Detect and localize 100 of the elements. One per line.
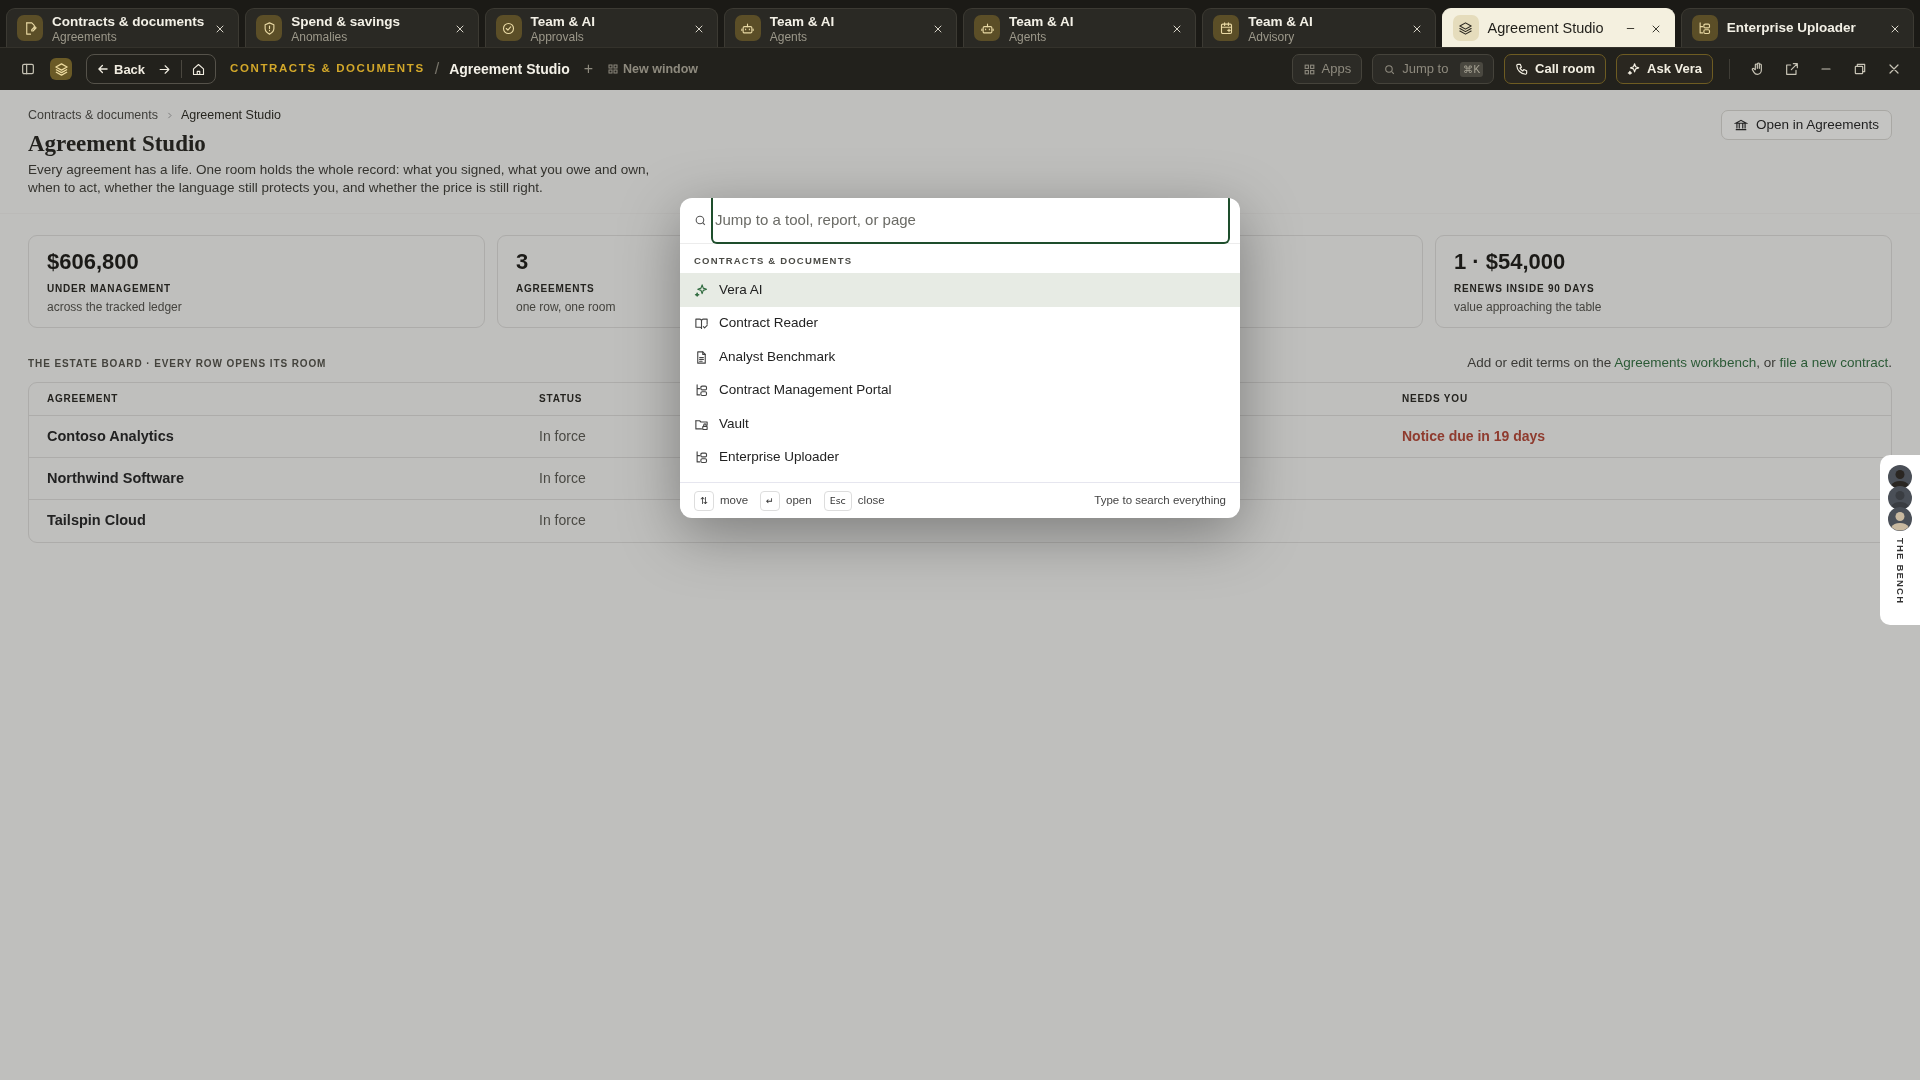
- tab-title: Agreement Studio: [1487, 19, 1605, 37]
- section-breadcrumb[interactable]: CONTRACTS & DOCUMENTS: [230, 60, 425, 78]
- status-text: In force: [539, 428, 586, 445]
- sparkle-icon: [1627, 62, 1642, 76]
- search-field[interactable]: Jump to a tool, report, or page: [711, 198, 1230, 244]
- footer-note: Type to search everything: [1094, 493, 1226, 509]
- document-icon: [694, 349, 709, 365]
- bench-label: THE BENCH: [1894, 538, 1908, 605]
- key-hint: Esc: [823, 490, 852, 511]
- phone-icon: [1515, 62, 1530, 76]
- shortcut-key: ⌘K: [1460, 61, 1484, 77]
- tree-icon: [1697, 20, 1713, 36]
- call-room-button[interactable]: Call room: [1504, 54, 1607, 84]
- stat-note: value approaching the table: [1454, 299, 1602, 317]
- section-label: THE ESTATE BOARD · EVERY ROW OPENS ITS ROOM: [28, 356, 327, 371]
- search-icon: [694, 214, 707, 227]
- grid-icon: [1302, 62, 1316, 76]
- hint-label: open: [786, 493, 812, 509]
- breadcrumb-separator: /: [434, 59, 440, 79]
- window-tab[interactable]: Agreement Studio: [1441, 8, 1675, 47]
- agreement-name[interactable]: Contoso Analytics: [47, 427, 174, 444]
- page-description: Every agreement has a life. One room holds the whole record: what you signed, what you owe and own, when to act, whether the language still protects you, and whether the price is still right.: [28, 161, 651, 198]
- external-link-icon[interactable]: [1784, 61, 1800, 77]
- apps-button[interactable]: Apps: [1291, 54, 1363, 84]
- window-tab[interactable]: Spend & savings Anomalies: [245, 8, 479, 47]
- window-tab[interactable]: Team & AI Advisory: [1202, 8, 1436, 47]
- robot-icon: [740, 20, 756, 36]
- restore-icon[interactable]: [1852, 61, 1868, 77]
- key-hint: ⇅: [694, 490, 714, 511]
- window-tab[interactable]: Contracts & documents Agreements: [6, 8, 240, 47]
- page-breadcrumb: Agreement Studio: [449, 59, 570, 79]
- home-icon[interactable]: [191, 61, 207, 77]
- stat-note: one row, one room: [516, 299, 616, 317]
- tab-subtitle: Agents: [769, 30, 809, 44]
- stat-label: UNDER MANAGEMENT: [47, 282, 171, 297]
- open-in-agreements-button[interactable]: Open in Agreements: [1720, 110, 1892, 141]
- tab-subtitle: Anomalies: [291, 30, 349, 44]
- window-tab[interactable]: Team & AI Agents: [723, 8, 957, 47]
- board-note: Add or edit terms on the Agreements workbench, or file a new contract.: [1467, 354, 1892, 373]
- jump-to-button[interactable]: Jump to ⌘K: [1372, 54, 1495, 84]
- tab-subtitle: Advisory: [1248, 30, 1296, 44]
- avatar: [1888, 465, 1912, 489]
- sidebar-icon[interactable]: [20, 61, 36, 77]
- tab-title: Team & AI: [1248, 12, 1314, 31]
- bench-panel[interactable]: THE BENCH: [1880, 455, 1920, 625]
- stat-label: RENEWS INSIDE 90 DAYS: [1454, 282, 1595, 297]
- tab-title: Team & AI: [769, 12, 836, 31]
- add-button[interactable]: +: [579, 57, 598, 81]
- breadcrumb-link[interactable]: Contracts & documents: [28, 106, 158, 125]
- key-hint: ↵: [760, 490, 781, 511]
- hint-label: close: [857, 493, 885, 509]
- robot-icon: [979, 20, 995, 36]
- palette-item[interactable]: Vera AI: [680, 273, 1240, 307]
- agreement-name[interactable]: Northwind Software: [47, 469, 184, 486]
- layers-icon: [1458, 20, 1473, 36]
- stat-value: 3: [516, 249, 529, 276]
- back-button[interactable]: Back: [93, 62, 149, 76]
- status-text: In force: [539, 470, 586, 487]
- agreement-name[interactable]: Tailspin Cloud: [47, 511, 146, 528]
- palette-item[interactable]: Analyst Benchmark: [680, 340, 1240, 374]
- tab-title: Team & AI: [530, 12, 596, 31]
- tab-subtitle: Approvals: [530, 30, 585, 44]
- status-text: In force: [539, 512, 586, 529]
- group-label: CONTRACTS & DOCUMENTS: [693, 254, 854, 268]
- avatar: [1888, 507, 1912, 531]
- page-title: Agreement Studio: [28, 129, 207, 158]
- sparkle-icon: [694, 282, 709, 298]
- tree-icon: [694, 450, 709, 465]
- window-tab[interactable]: Team & AI Approvals: [484, 8, 718, 47]
- stat-label: AGREEMENTS: [516, 282, 595, 297]
- ask-vera-button[interactable]: Ask Vera: [1616, 54, 1713, 84]
- breadcrumb-current: Agreement Studio: [180, 107, 281, 124]
- palette-item[interactable]: Enterprise Uploader: [680, 440, 1240, 475]
- palette-item[interactable]: Contract Reader: [680, 306, 1240, 341]
- avatar: [1888, 486, 1912, 510]
- calendar-icon: [1218, 20, 1234, 36]
- tab-title: Contracts & documents: [52, 12, 204, 31]
- tab-title: Enterprise Uploader: [1726, 19, 1857, 37]
- column-header: AGREEMENT: [29, 382, 521, 416]
- window-tab[interactable]: Enterprise Uploader: [1680, 8, 1914, 47]
- tree-icon: [694, 383, 709, 398]
- tab-title: Spend & savings: [291, 12, 402, 31]
- window-tab[interactable]: Team & AI Agents: [963, 8, 1197, 47]
- shield-icon: [261, 20, 277, 36]
- layers-logo[interactable]: [50, 58, 72, 80]
- book-icon: [694, 316, 709, 331]
- back-arrow-icon: [96, 62, 110, 76]
- hint-label: move: [719, 493, 749, 509]
- new-window-button[interactable]: New window: [607, 59, 699, 79]
- grid-icon: [607, 63, 620, 75]
- tab-title: Team & AI: [1009, 12, 1075, 31]
- check-circle-icon: [501, 20, 516, 36]
- tab-subtitle: Agreements: [52, 30, 118, 44]
- stat-value: $606,800: [47, 249, 139, 276]
- search-icon: [1383, 62, 1397, 76]
- column-header: NEEDS YOU: [1384, 382, 1891, 416]
- needs-you-text: Notice due in 19 days: [1402, 428, 1546, 445]
- bank-icon: [1733, 118, 1748, 133]
- stat-note: across the tracked ledger: [47, 299, 182, 317]
- stat-value: 1 · $54,000: [1454, 249, 1566, 276]
